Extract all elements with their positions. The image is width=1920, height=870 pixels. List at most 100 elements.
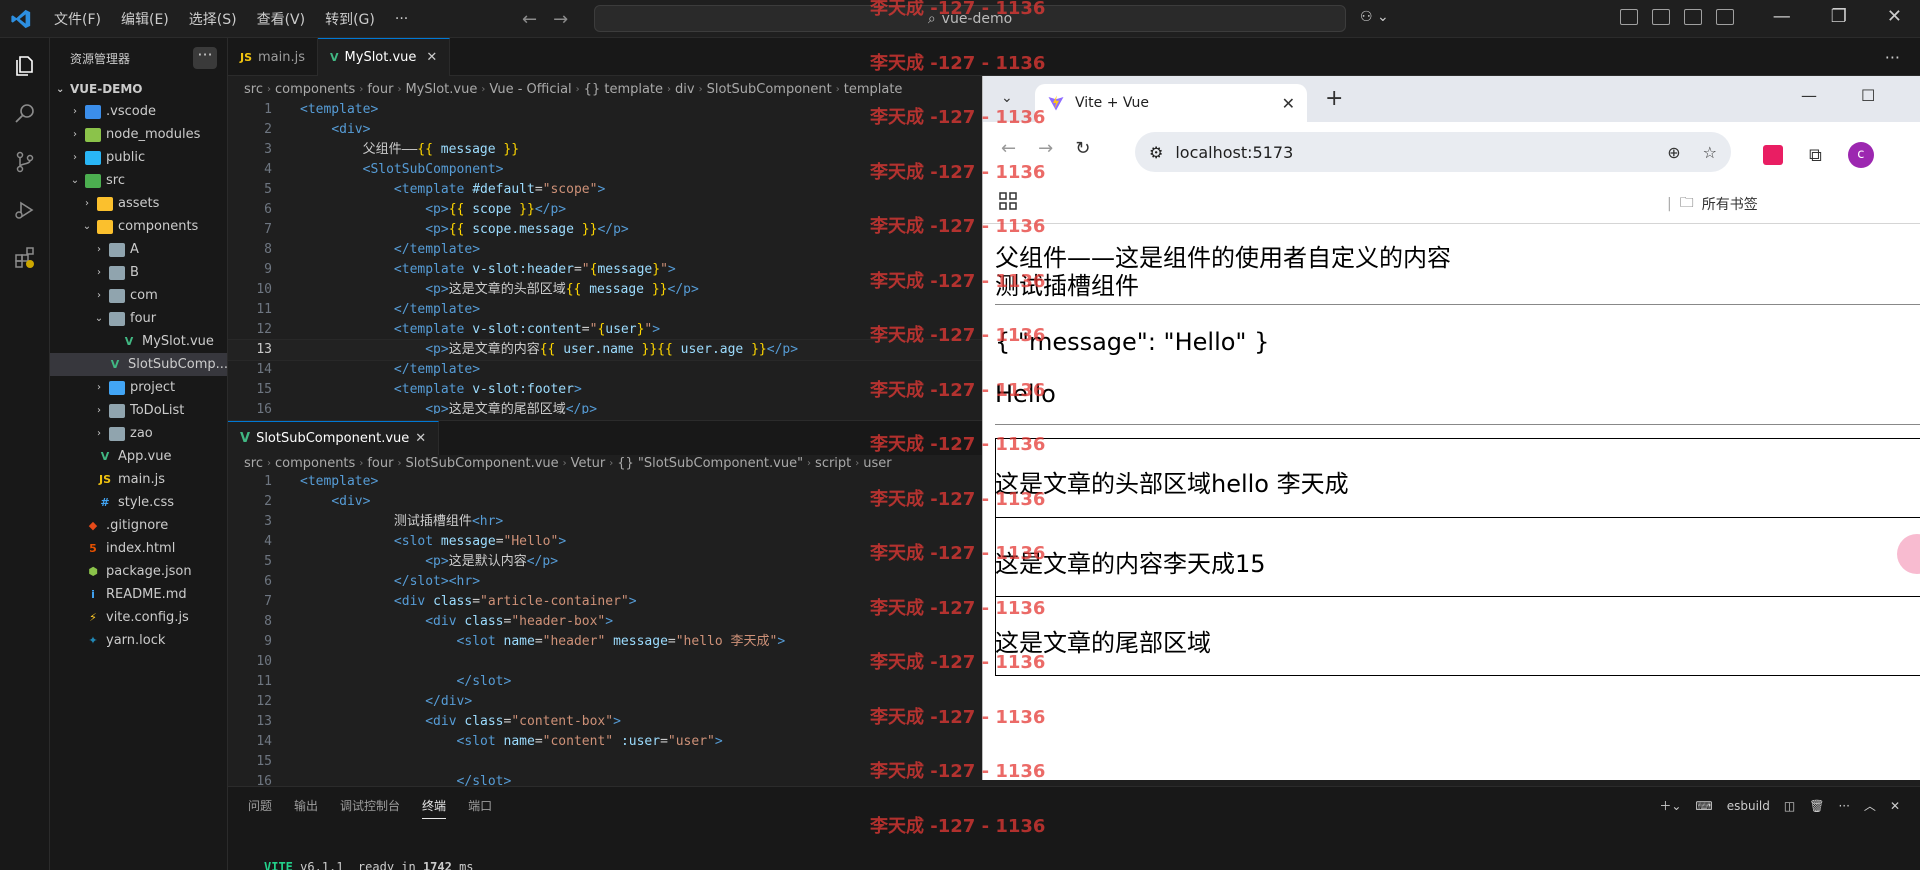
back-arrow-icon[interactable]: ← (522, 9, 537, 30)
close-panel-icon[interactable]: ✕ (1890, 799, 1900, 813)
tree-folder[interactable]: › public (50, 146, 227, 169)
maximize-panel-icon[interactable]: ︿ (1864, 797, 1876, 814)
tab-slotsubcomponent[interactable]: V SlotSubComponent.vue ✕ (228, 421, 440, 455)
more-icon[interactable]: ··· (1838, 799, 1849, 813)
terminal-output[interactable]: VITE v6.1.1 ready in 1742 ms (264, 860, 474, 870)
tree-file[interactable]: # style.css (50, 491, 227, 514)
split-terminal-icon[interactable]: ◫ (1784, 799, 1795, 813)
forward-arrow-icon[interactable]: → (1038, 138, 1053, 159)
breadcrumb-item[interactable]: script (815, 456, 851, 471)
back-arrow-icon[interactable]: ← (1001, 138, 1016, 159)
editor-tab[interactable]: JS main.js (228, 38, 319, 76)
editor-tab[interactable]: V MySlot.vue ✕ (318, 38, 451, 76)
tree-folder[interactable]: ⌄ four (50, 307, 227, 330)
restore-icon[interactable]: ❐ (1831, 6, 1847, 27)
tree-folder[interactable]: › B (50, 261, 227, 284)
tree-folder[interactable]: › com (50, 284, 227, 307)
tree-folder[interactable]: › A (50, 238, 227, 261)
menu-item[interactable]: 文件(F) (44, 9, 111, 29)
toggle-panel-icon[interactable] (1684, 9, 1702, 25)
panel-tab[interactable]: 端口 (468, 797, 492, 819)
breadcrumb-item[interactable]: four (367, 456, 393, 471)
panel-tab[interactable]: 终端 (422, 797, 447, 819)
bookmark-star-icon[interactable]: ☆ (1703, 143, 1717, 162)
toggle-secondary-sidebar-icon[interactable] (1716, 9, 1734, 25)
close-tab-icon[interactable]: ✕ (1282, 94, 1295, 113)
breadcrumb-item[interactable]: user (863, 456, 891, 471)
close-tab-icon[interactable]: ✕ (426, 50, 437, 65)
breadcrumb-item[interactable]: src (244, 82, 263, 97)
breadcrumb-item[interactable]: MySlot.vue (405, 82, 477, 97)
breadcrumb-item[interactable]: SlotSubComponent.vue (405, 456, 558, 471)
avatar[interactable]: c (1847, 142, 1874, 168)
code-editor-slotsubcomponent[interactable]: 1 <template> 2 <div> 3 测试插槽组件<hr> 4 <slot… (228, 472, 982, 786)
tree-file[interactable]: ⬢ package.json (50, 560, 227, 583)
menu-item[interactable]: 查看(V) (247, 9, 316, 29)
workspace-root[interactable]: ⌄ VUE-DEMO (50, 78, 227, 100)
breadcrumb-item[interactable]: components (275, 456, 355, 471)
tree-folder[interactable]: ⌄ components (50, 215, 227, 238)
menu-item[interactable]: 选择(S) (179, 9, 247, 29)
copilot-icon[interactable]: ⚇ ⌄ (1360, 9, 1389, 25)
tree-file[interactable]: ◆ .gitignore (50, 514, 227, 537)
maximize-icon[interactable]: ☐ (1861, 86, 1875, 105)
breadcrumb-item[interactable]: Vue - Official (489, 82, 571, 97)
minimize-icon[interactable]: — (1801, 86, 1817, 105)
reload-icon[interactable]: ↻ (1075, 138, 1090, 159)
menu-item[interactable]: 编辑(E) (111, 9, 179, 29)
tree-file[interactable]: V MySlot.vue (50, 330, 227, 353)
forward-arrow-icon[interactable]: → (553, 9, 568, 30)
run-debug-icon[interactable] (13, 198, 37, 222)
panel-tab[interactable]: 调试控制台 (340, 797, 400, 819)
tree-folder[interactable]: › node_modules (50, 123, 227, 146)
toggle-sidebar-icon[interactable] (1652, 9, 1670, 25)
explorer-icon[interactable] (13, 54, 37, 78)
panel-tab[interactable]: 问题 (248, 797, 272, 819)
breadcrumb-item[interactable]: src (244, 456, 263, 471)
customize-layout-icon[interactable] (1620, 9, 1638, 25)
close-window-icon[interactable]: ✕ (1887, 6, 1902, 27)
minimize-icon[interactable]: — (1773, 6, 1791, 27)
trash-icon[interactable]: 🗑 (1809, 799, 1824, 813)
tree-folder[interactable]: › project (50, 376, 227, 399)
breadcrumb-item[interactable]: template (844, 82, 903, 97)
tree-folder[interactable]: › assets (50, 192, 227, 215)
tree-file[interactable]: 5 index.html (50, 537, 227, 560)
tab-search-icon[interactable]: ⌄ (1001, 90, 1013, 106)
tree-folder[interactable]: › ToDoList (50, 399, 227, 422)
menu-item[interactable]: 转到(G) (315, 9, 385, 29)
translate-extension-icon[interactable] (1763, 145, 1783, 165)
tree-folder[interactable]: ⌄ src (50, 169, 227, 192)
code-editor-myslot[interactable]: 1 <template> 2 <div> 3 父组件——{{ message }}… (228, 100, 982, 414)
breadcrumb-item[interactable]: {} template (584, 82, 663, 97)
search-icon[interactable] (13, 102, 37, 126)
breadcrumb-item[interactable]: {} "SlotSubComponent.vue" (617, 456, 803, 471)
tree-file[interactable]: ✦ yarn.lock (50, 629, 227, 652)
zoom-icon[interactable]: ⊕ (1667, 143, 1680, 162)
breadcrumb-item[interactable]: four (367, 82, 393, 97)
apps-grid-icon[interactable] (999, 192, 1017, 210)
breadcrumb-item[interactable]: SlotSubComponent (707, 82, 832, 97)
new-terminal-icon[interactable]: ＋⌄ (1659, 797, 1681, 814)
breadcrumb-item[interactable]: Vetur (571, 456, 606, 471)
tree-file[interactable]: ⚡ vite.config.js (50, 606, 227, 629)
source-control-icon[interactable] (13, 150, 37, 174)
close-tab-icon[interactable]: ✕ (415, 431, 426, 446)
breadcrumb-item[interactable]: components (275, 82, 355, 97)
tree-file[interactable]: i README.md (50, 583, 227, 606)
browser-tab[interactable]: Vite + Vue ✕ (1035, 84, 1307, 122)
more-actions-icon[interactable]: ··· (193, 47, 217, 69)
menu-item[interactable]: ··· (385, 11, 418, 27)
extensions-puzzle-icon[interactable]: ⧉ (1809, 145, 1822, 166)
address-bar[interactable]: ⚙ localhost:5173 ⊕ ☆ (1135, 132, 1731, 172)
breadcrumb-item[interactable]: div (675, 82, 695, 97)
editor-more-icon[interactable]: ··· (1885, 48, 1900, 67)
extensions-icon[interactable] (13, 246, 37, 270)
tree-folder[interactable]: › .vscode (50, 100, 227, 123)
site-info-icon[interactable]: ⚙ (1149, 143, 1163, 162)
tree-file[interactable]: V SlotSubComp... (50, 353, 227, 376)
new-tab-icon[interactable]: + (1325, 86, 1343, 111)
panel-tab[interactable]: 输出 (294, 797, 318, 819)
tree-file[interactable]: JS main.js (50, 468, 227, 491)
command-center[interactable]: ⌕ vue-demo (594, 5, 1346, 32)
